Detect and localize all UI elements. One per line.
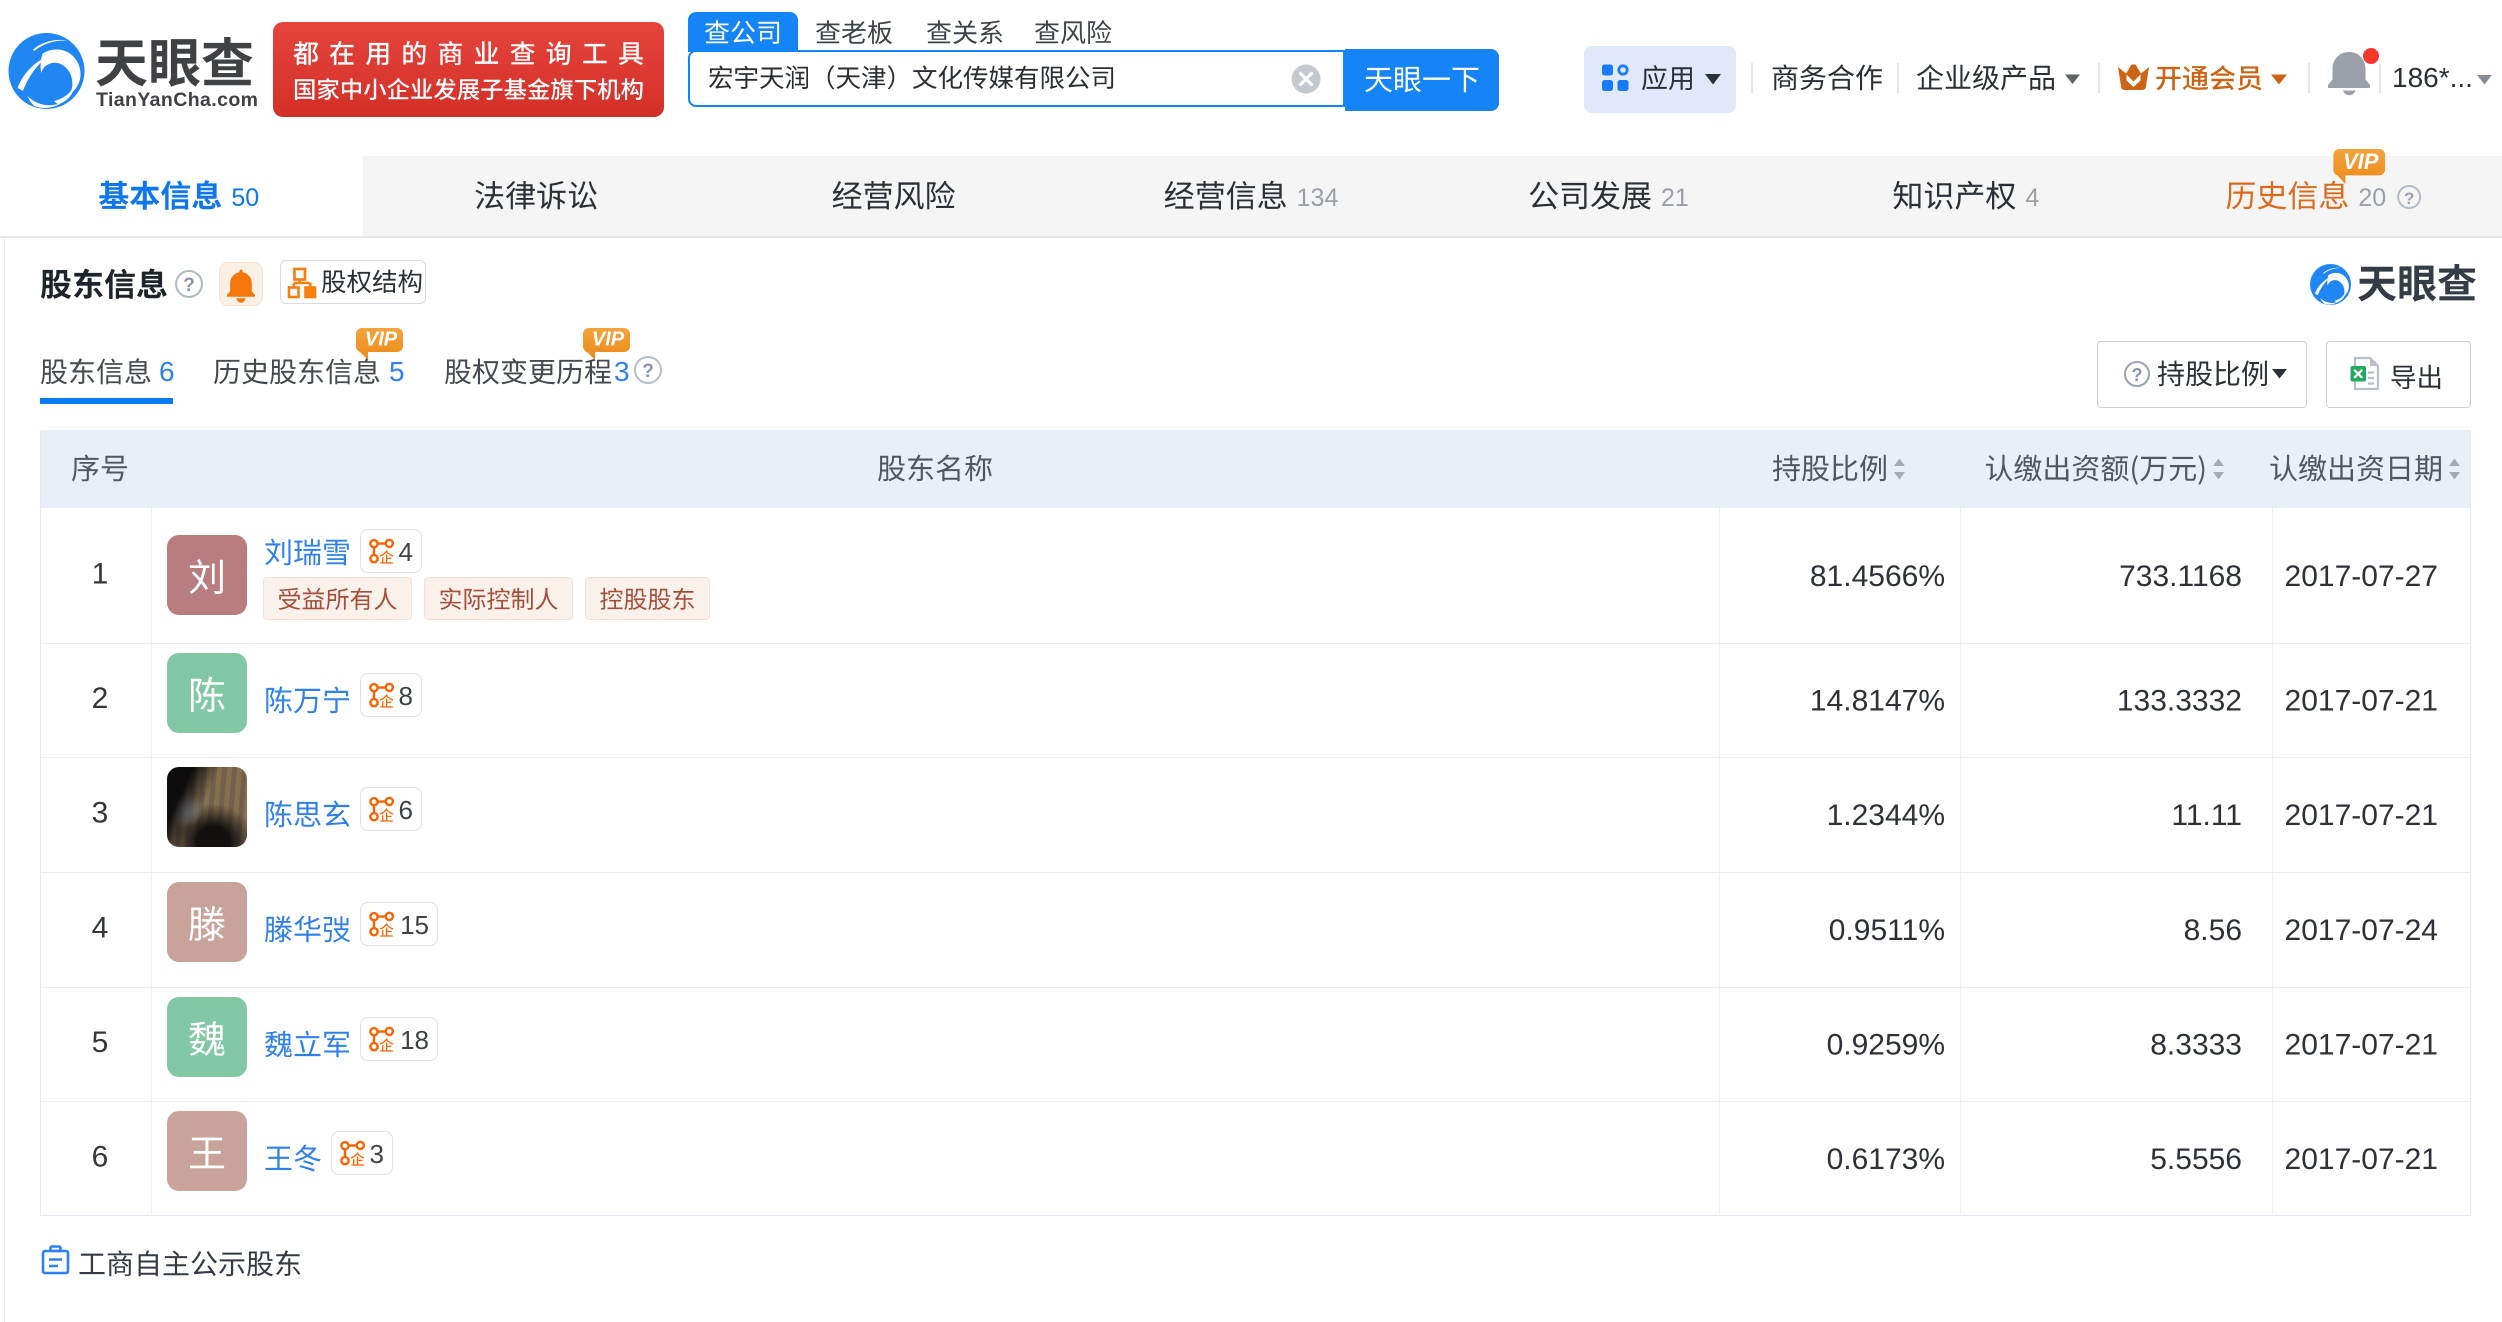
svg-text:2017-07-21: 2017-07-21: [2285, 1143, 2438, 1176]
svg-text:?: ?: [2132, 365, 2143, 385]
svg-text:VIP: VIP: [2343, 149, 2379, 174]
svg-text:3: 3: [92, 797, 109, 830]
svg-text:2017-07-21: 2017-07-21: [2285, 799, 2438, 832]
svg-text:5.5556: 5.5556: [2150, 1143, 2242, 1176]
svg-text:8.3333: 8.3333: [2150, 1029, 2242, 1062]
svg-text:5: 5: [389, 356, 405, 387]
svg-text:50: 50: [231, 184, 259, 212]
svg-text:3: 3: [370, 1139, 384, 1169]
svg-text:6: 6: [159, 356, 175, 387]
svg-text:134: 134: [1297, 184, 1339, 212]
svg-text:4: 4: [2025, 184, 2039, 212]
svg-text:VIP: VIP: [592, 329, 625, 351]
svg-text:?: ?: [642, 361, 654, 382]
svg-text:20: 20: [2358, 184, 2386, 212]
svg-text:18: 18: [400, 1025, 429, 1055]
svg-text:1.2344%: 1.2344%: [1827, 799, 1945, 832]
svg-text:VIP: VIP: [365, 329, 398, 351]
svg-text:5: 5: [92, 1026, 109, 1059]
svg-text:2017-07-21: 2017-07-21: [2285, 1029, 2438, 1062]
svg-text:11.11: 11.11: [2171, 799, 2242, 832]
svg-text:4: 4: [399, 537, 413, 567]
svg-text:2017-07-21: 2017-07-21: [2285, 685, 2438, 718]
svg-text:133.3332: 133.3332: [2117, 685, 2242, 718]
svg-text:186*...: 186*...: [2392, 62, 2473, 93]
svg-text:2: 2: [92, 682, 109, 715]
svg-text:6: 6: [399, 795, 413, 825]
svg-text:0.9259%: 0.9259%: [1827, 1029, 1945, 1062]
svg-text:8: 8: [399, 681, 413, 711]
svg-text:21: 21: [1661, 184, 1689, 212]
svg-text:4: 4: [92, 912, 109, 945]
svg-text:0.9511%: 0.9511%: [1829, 914, 1945, 947]
svg-text:8.56: 8.56: [2184, 914, 2242, 947]
svg-text:733.1168: 733.1168: [2119, 560, 2242, 593]
svg-text:81.4566%: 81.4566%: [1810, 560, 1945, 593]
svg-text:6: 6: [92, 1141, 109, 1174]
svg-text:2017-07-24: 2017-07-24: [2285, 914, 2438, 947]
svg-text:1: 1: [92, 558, 109, 591]
svg-text:14.8147%: 14.8147%: [1810, 685, 1945, 718]
svg-text:0.6173%: 0.6173%: [1827, 1143, 1945, 1176]
svg-text:2017-07-27: 2017-07-27: [2285, 560, 2438, 593]
svg-text:TianYanCha.com: TianYanCha.com: [96, 89, 258, 111]
svg-text:?: ?: [2404, 189, 2414, 208]
svg-text:?: ?: [183, 275, 195, 296]
svg-text:15: 15: [400, 910, 429, 940]
svg-text:3: 3: [614, 356, 630, 387]
